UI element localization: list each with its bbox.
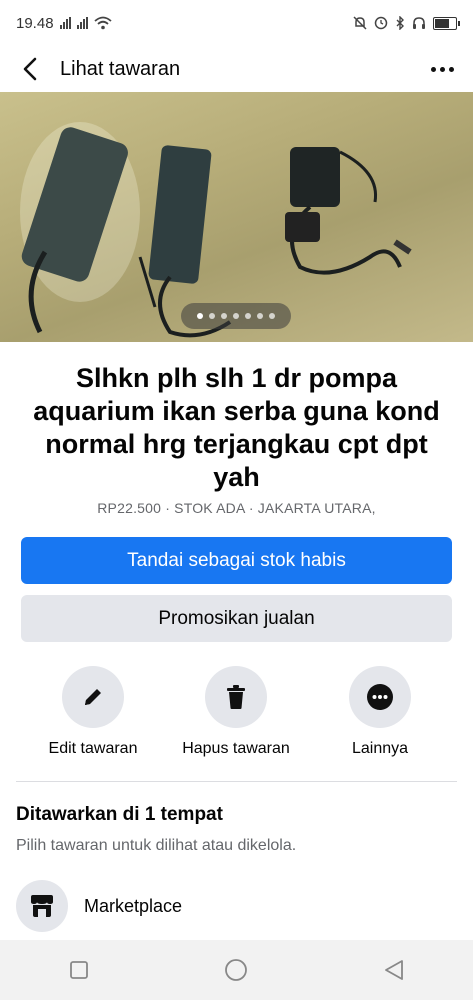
page-dot <box>245 313 251 319</box>
system-nav-bar <box>0 940 473 1000</box>
offered-section-subtitle: Pilih tawaran untuk dilihat atau dikelol… <box>16 837 297 854</box>
more-horizontal-icon <box>430 66 454 72</box>
wifi-icon <box>93 16 112 30</box>
app-bar: Lihat tawaran <box>0 46 473 92</box>
marketplace-item[interactable]: Marketplace <box>16 879 182 933</box>
circle-icon <box>225 959 248 981</box>
divider <box>16 781 457 782</box>
more-options-button[interactable] <box>427 54 457 84</box>
battery-icon <box>433 16 460 30</box>
bluetooth-icon <box>396 16 404 30</box>
home-button[interactable] <box>206 950 266 990</box>
edit-listing-label: Edit tawaran <box>48 740 138 757</box>
mute-icon <box>353 16 367 30</box>
back-button[interactable] <box>0 46 60 92</box>
recents-button[interactable] <box>49 950 109 990</box>
marketplace-label: Marketplace <box>84 895 183 916</box>
square-icon <box>69 961 88 979</box>
edit-listing-action[interactable]: Edit tawaran <box>18 666 168 758</box>
triangle-back-icon <box>385 960 404 980</box>
listing-title: Slhkn plh slh 1 dr pompa aquarium ikan s… <box>33 363 440 492</box>
offered-section-title: Ditawarkan di 1 tempat <box>16 804 223 825</box>
page-dot <box>221 313 227 319</box>
chevron-left-icon <box>23 57 37 81</box>
page-dot <box>269 313 275 319</box>
promote-button[interactable]: Promosikan jualan <box>21 595 452 642</box>
more-button[interactable] <box>349 666 411 728</box>
trash-icon <box>227 685 245 709</box>
status-time: 19.48 <box>16 14 54 32</box>
storefront-icon <box>16 880 68 932</box>
more-icon <box>367 684 393 710</box>
signal-icon <box>76 17 88 29</box>
page-title: Lihat tawaran <box>60 57 181 80</box>
pencil-icon <box>85 689 101 705</box>
more-action[interactable]: Lainnya <box>305 666 455 758</box>
signal-icon <box>59 17 71 29</box>
photo-page-indicator <box>181 303 291 329</box>
delete-listing-label: Hapus tawaran <box>182 740 290 757</box>
page-dot <box>257 313 263 319</box>
status-bar: 19.48 <box>0 0 473 46</box>
delete-listing-action[interactable]: Hapus tawaran <box>161 666 311 758</box>
alarm-icon <box>374 16 388 30</box>
delete-button[interactable] <box>205 666 267 728</box>
action-row: Edit tawaran Hapus tawaran Lainnya <box>0 666 473 766</box>
page-dot <box>209 313 215 319</box>
edit-button[interactable] <box>62 666 124 728</box>
listing-meta: RP22.500 · STOK ADA · JAKARTA UTARA, <box>97 500 376 516</box>
headphones-icon <box>413 17 425 29</box>
mark-sold-button[interactable]: Tandai sebagai stok habis <box>21 537 452 584</box>
page-dot <box>197 313 203 319</box>
page-dot <box>233 313 239 319</box>
back-nav-button[interactable] <box>364 950 424 990</box>
more-label: Lainnya <box>351 740 409 757</box>
